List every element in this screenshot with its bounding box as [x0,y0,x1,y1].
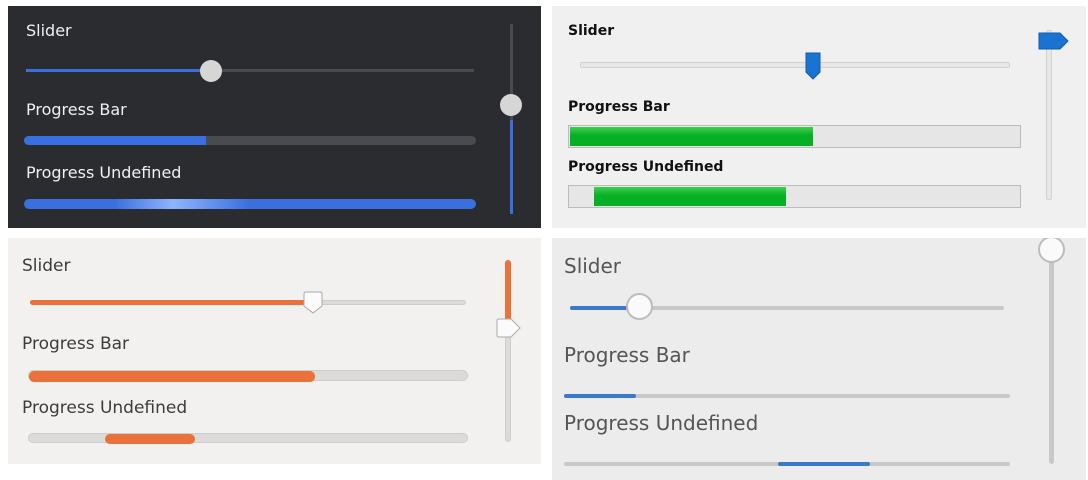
slider-handle[interactable] [200,60,222,82]
progress-undefined-bar [564,462,1010,466]
progress-undefined-segment [105,434,195,444]
vertical-slider[interactable] [500,24,522,214]
progress-undefined-segment [594,187,786,206]
light-theme-panel: Slider Progress Bar Progress Undefined [552,238,1086,480]
progress-undefined-label: Progress Undefined [564,411,759,435]
progress-undefined-label: Progress Undefined [22,398,188,418]
progress-bar-label: Progress Bar [564,343,690,367]
slider-label: Slider [568,23,615,39]
vertical-slider-handle[interactable] [1038,238,1065,263]
progress-bar-fill [24,136,206,145]
progress-bar-label: Progress Bar [26,100,127,119]
classic-theme-panel: Slider Progress Bar Progress Undefined [552,6,1086,228]
vertical-slider[interactable] [1038,30,1072,200]
slider-label: Slider [564,254,622,278]
progress-undefined-bar [568,185,1021,208]
progress-bar [28,370,468,382]
vertical-slider-track [1046,30,1052,200]
slider-handle[interactable] [626,293,653,320]
vertical-slider-fill [510,120,513,214]
slider-label: Slider [26,21,72,40]
vertical-slider-handle[interactable] [1038,32,1070,50]
vertical-slider-fill [505,260,511,326]
vertical-slider[interactable] [1036,238,1068,464]
vertical-slider[interactable] [496,258,522,444]
horizontal-slider[interactable] [26,60,474,82]
vertical-slider-track [1049,250,1054,464]
horizontal-slider[interactable] [30,290,466,314]
progress-bar [564,394,1010,398]
progress-bar [568,125,1021,148]
orange-theme-panel: Slider Progress Bar Progress Undefined [8,238,541,464]
progress-bar-label: Progress Bar [22,334,130,354]
progress-undefined-label: Progress Undefined [26,163,182,182]
horizontal-slider[interactable] [570,292,1004,322]
slider-handle[interactable] [805,52,821,80]
slider-fill [30,300,314,305]
slider-handle[interactable] [303,291,323,315]
progress-undefined-segment [778,462,870,466]
progress-undefined-bar [28,433,468,444]
vertical-slider-handle[interactable] [496,318,522,340]
slider-fill [26,69,212,72]
dark-theme-panel: Slider Progress Bar Progress Undefined [8,6,541,228]
slider-fill [570,306,632,310]
progress-bar [24,136,476,145]
progress-bar-fill [564,394,636,398]
progress-bar-fill [570,127,813,146]
progress-bar-label: Progress Bar [568,99,670,115]
vertical-slider-handle[interactable] [500,94,522,116]
slider-label: Slider [22,256,71,276]
horizontal-slider[interactable] [580,52,1010,82]
progress-undefined-bar [24,199,476,209]
slider-track [580,62,1010,68]
progress-undefined-label: Progress Undefined [568,159,724,175]
progress-bar-fill [29,371,315,382]
